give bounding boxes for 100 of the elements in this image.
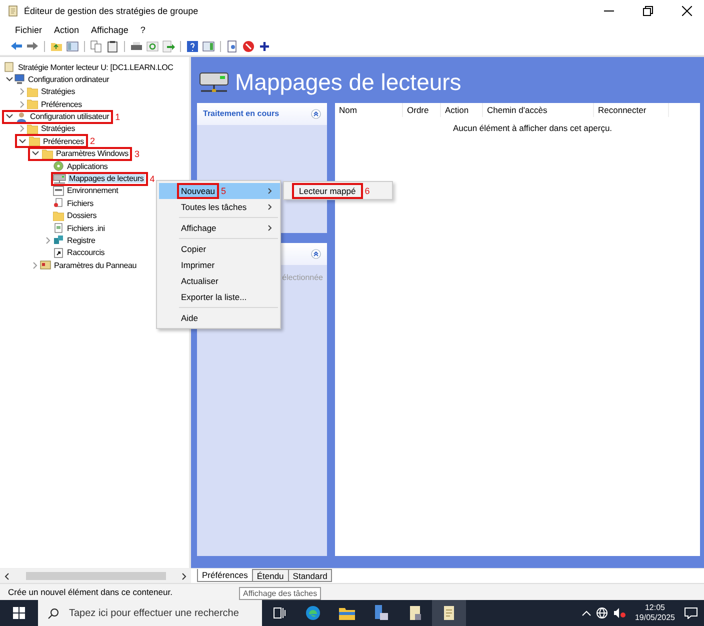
tree-item[interactable]: Paramètres du Panneau [53,260,138,270]
chevron-right-icon[interactable] [20,125,24,132]
document-icon [408,605,422,621]
menu-option[interactable]: Nouveau 5 [159,183,280,199]
refresh-button[interactable] [146,40,159,53]
tree-item[interactable]: Préférences [40,100,83,109]
menu-label: Affichage [180,222,218,234]
registry-icon [53,235,64,246]
task-view-icon [272,607,286,619]
menu-label: Aide [180,312,200,324]
server-icon [374,605,388,621]
forward-arrow-icon [26,40,39,53]
chevron-down-icon[interactable] [6,114,12,120]
tree-item[interactable]: Paramètres Windows [55,149,130,158]
menu-option[interactable]: Aide [159,310,280,326]
document-icon [53,223,64,234]
collapse-icon[interactable] [311,249,321,260]
files-icon [53,198,64,208]
policy-editor-button[interactable] [432,600,466,626]
chevron-right-icon[interactable] [46,236,50,244]
tree-item[interactable]: Registre [66,236,96,245]
menu-option[interactable]: Toutes les tâches [159,199,280,215]
scroll-left-icon[interactable] [4,572,9,580]
export-button[interactable] [162,40,175,53]
column-header[interactable]: Reconnecter [594,102,669,117]
tree-item[interactable]: Fichiers [66,198,94,208]
tree-item[interactable]: Environnement [66,186,120,196]
folder-icon [53,210,64,221]
menu-label: Exporter la liste... [180,291,248,303]
tree-item[interactable]: Configuration ordinateur [27,74,110,84]
tree-item[interactable]: Configuration utilisateur [29,112,110,122]
menu-option[interactable]: Copier [159,241,280,257]
collapse-icon[interactable] [311,108,321,119]
menu-item[interactable]: Action [49,24,84,35]
shortcut-icon [53,248,64,258]
tree-item[interactable]: Stratégies [40,87,76,96]
panel-toggle-button[interactable] [66,40,79,53]
chevron-down-icon[interactable] [18,138,26,144]
properties-icon [226,40,239,53]
tree-item[interactable]: Stratégies [40,124,76,134]
printer-button[interactable] [130,40,143,53]
view-tab[interactable]: Standard [288,569,332,582]
back-arrow-button[interactable] [10,40,23,53]
tree-item[interactable]: Raccourcis [66,248,106,258]
tree-item[interactable]: Fichiers .ini [66,224,106,233]
tree-item[interactable]: Préférences [42,136,85,146]
stop-button[interactable] [242,40,255,53]
chevron-down-icon[interactable] [6,76,12,82]
menu-option[interactable]: Affichage [159,220,280,236]
back-arrow-icon [10,40,23,53]
forward-arrow-button[interactable] [26,40,39,53]
notification-icon[interactable] [684,607,698,619]
tree-item[interactable]: Mappages de lecteurs [68,174,145,184]
export-icon [162,40,175,53]
copy-icon [90,40,103,53]
submenu-option[interactable]: Lecteur mappé [294,184,361,196]
chevron-up-icon[interactable] [582,610,591,616]
close-icon [682,6,692,16]
column-header[interactable]: Action [441,102,483,117]
tree-item[interactable]: Applications [66,162,109,171]
chevron-right-icon[interactable] [20,100,24,108]
annotation-number: 4 [150,174,155,184]
view-tab[interactable]: Étendu [252,569,289,582]
menu-option[interactable]: Imprimer [159,257,280,273]
tree-root[interactable]: Stratégie Monter lecteur U: [DC1.LEARN.LOC [17,62,174,72]
menu-label: Actualiser [180,275,220,287]
annotation-number: 3 [134,148,140,159]
menu-item[interactable]: Affichage [86,24,134,35]
globe-icon[interactable] [596,607,608,619]
printer-icon [130,40,143,53]
control-panel-icon [40,260,51,270]
chevron-down-icon[interactable] [32,151,38,156]
window-title: Éditeur de gestion des stratégies de groupe [24,6,200,16]
tree-item[interactable]: Dossiers [66,211,98,220]
add-button[interactable] [258,40,271,53]
view-tab[interactable]: Préférences [197,569,253,582]
help-icon [186,40,199,53]
column-header[interactable]: Chemin d'accès [483,102,594,117]
speaker-muted-icon[interactable] [612,607,626,619]
column-header[interactable]: Nom [335,102,403,117]
panel-toggle-icon [66,40,79,53]
empty-message: Aucun élément à afficher dans cet aperçu. [452,122,612,133]
properties-button[interactable] [226,40,239,53]
clock[interactable]: 12:05 19/05/2025 [630,603,679,623]
computer-icon [14,74,25,84]
card-text: électionnée [282,272,324,282]
chevron-right-icon[interactable] [20,88,24,96]
help-button[interactable] [186,40,199,53]
panel-toggle-button[interactable] [202,40,215,53]
menu-option[interactable]: Actualiser [159,273,280,289]
menu-option[interactable]: Exporter la liste... [159,289,280,305]
clock-time: 12:05 [644,603,665,613]
network-drive-icon [53,174,66,184]
menu-item[interactable]: Fichier [10,24,48,35]
menu-item[interactable]: ? [135,24,150,35]
chevron-right-icon[interactable] [32,262,38,269]
clipboard-button[interactable] [106,40,119,53]
column-header[interactable]: Ordre [403,102,441,117]
scroll-right-icon[interactable] [182,572,187,580]
horizontal-scrollbar[interactable] [0,569,191,584]
